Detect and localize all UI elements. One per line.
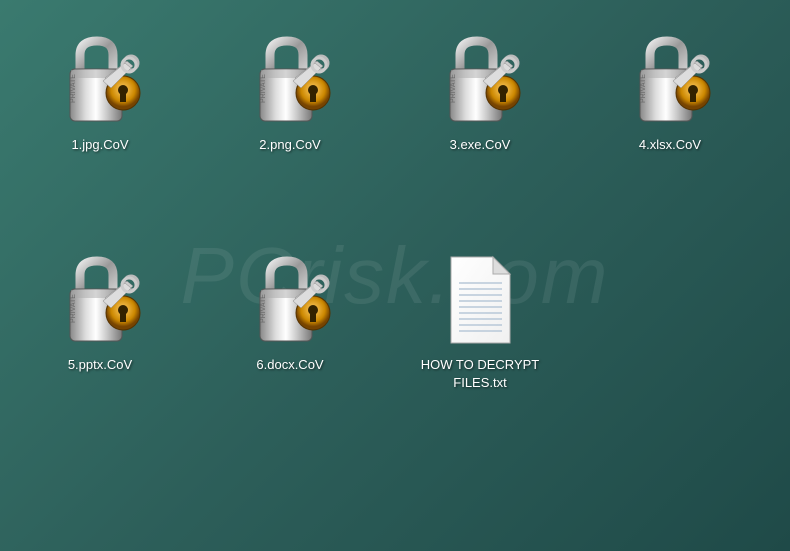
file-icon-encrypted[interactable]: PRIVATE 5.pptx.CoV [25,250,175,450]
file-icon-textfile[interactable]: HOW TO DECRYPT FILES.txt [405,250,555,450]
file-icon-encrypted[interactable]: PRIVATE 1.jpg.CoV [25,30,175,230]
file-label: 6.docx.CoV [256,356,323,374]
desktop-icon-grid: PRIVATE 1.jpg.CoV PRIVATE [25,30,765,450]
svg-text:PRIVATE: PRIVATE [70,73,77,102]
file-label: 1.jpg.CoV [71,136,128,154]
padlock-icon: PRIVATE [245,250,335,350]
file-icon-encrypted[interactable]: PRIVATE 2.png.CoV [215,30,365,230]
text-file-icon [435,250,525,350]
file-label: 5.pptx.CoV [68,356,132,374]
svg-text:PRIVATE: PRIVATE [450,73,457,102]
file-icon-encrypted[interactable]: PRIVATE 3.exe.CoV [405,30,555,230]
file-icon-encrypted[interactable]: PRIVATE 6.docx.CoV [215,250,365,450]
svg-text:PRIVATE: PRIVATE [70,293,77,322]
file-label: HOW TO DECRYPT FILES.txt [410,356,550,392]
padlock-icon: PRIVATE [55,30,145,130]
svg-text:PRIVATE: PRIVATE [260,73,267,102]
padlock-icon: PRIVATE [55,250,145,350]
file-icon-encrypted[interactable]: PRIVATE 4.xlsx.CoV [595,30,745,230]
padlock-icon: PRIVATE [625,30,715,130]
svg-text:PRIVATE: PRIVATE [640,73,647,102]
file-label: 2.png.CoV [259,136,320,154]
file-label: 4.xlsx.CoV [639,136,701,154]
svg-text:PRIVATE: PRIVATE [260,293,267,322]
padlock-icon: PRIVATE [245,30,335,130]
padlock-icon: PRIVATE [435,30,525,130]
file-label: 3.exe.CoV [450,136,511,154]
